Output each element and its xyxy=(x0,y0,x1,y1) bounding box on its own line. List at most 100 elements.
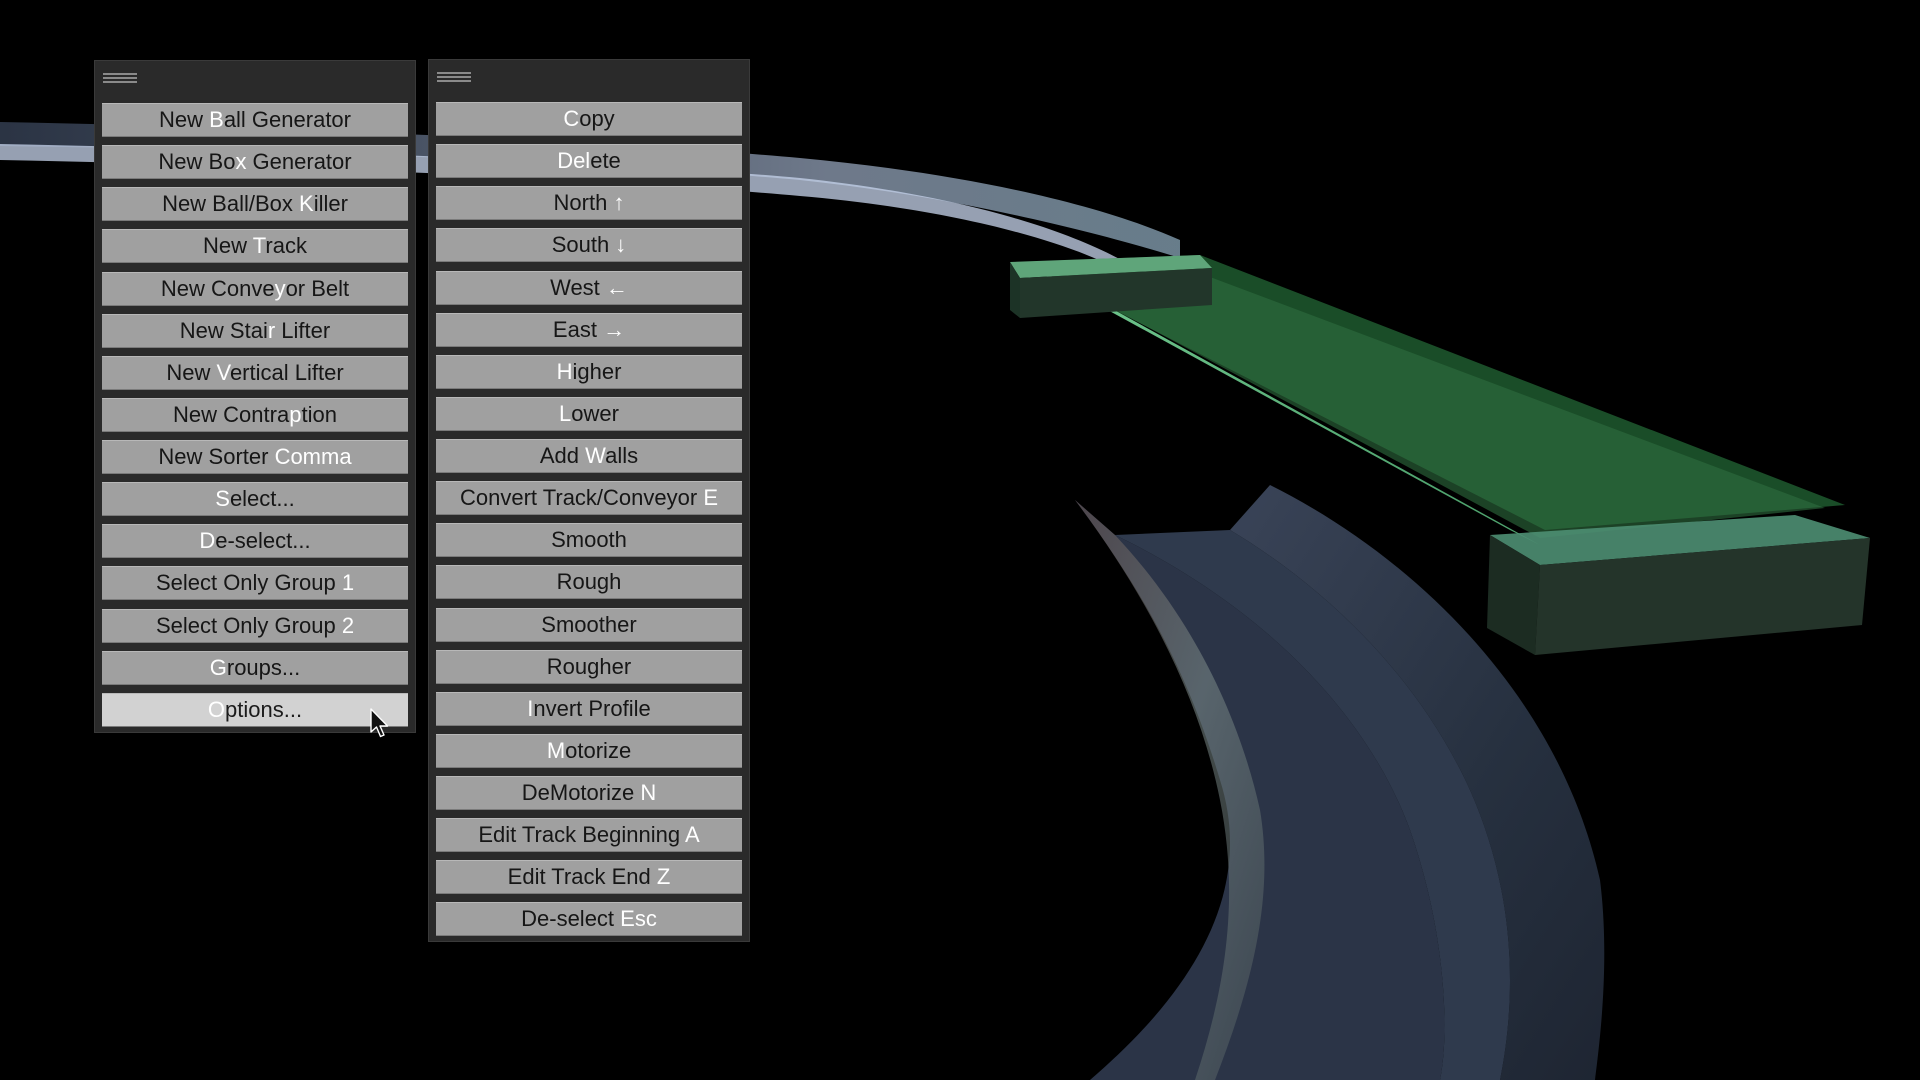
mouse-cursor-icon xyxy=(370,708,389,738)
menu-button-new-vertical-lifter[interactable]: New Vertical Lifter xyxy=(102,355,408,390)
label-text: East xyxy=(552,316,604,342)
menu-button-edit-track-beginning-a[interactable]: Edit Track Beginning A xyxy=(436,818,742,853)
label-text: e-select... xyxy=(215,528,311,554)
hotkey-letter: G xyxy=(209,654,227,680)
label-text: Edit Track End xyxy=(507,864,657,890)
hotkey-letter: O xyxy=(207,696,226,722)
menu-button-add-walls[interactable]: Add Walls xyxy=(436,439,742,473)
label-text: New xyxy=(166,359,217,385)
label-text: New xyxy=(203,233,253,259)
label-text: Convert Track/Conveyor xyxy=(460,485,704,511)
hotkey-letter: V xyxy=(216,359,230,385)
menu-button-smooth[interactable]: Smooth xyxy=(436,523,742,558)
label-text: New Bo xyxy=(158,149,236,175)
hotkey-letter: M xyxy=(546,737,566,763)
hotkey-letter: ← xyxy=(605,274,628,300)
label-text: Select Only Group xyxy=(155,612,342,638)
menu-button-new-stair-lifter[interactable]: New Stair Lifter xyxy=(102,313,408,348)
menu-button-motorize[interactable]: Motorize xyxy=(436,733,742,768)
label-text: New Contra xyxy=(173,401,290,427)
label-text: roups... xyxy=(226,654,301,680)
hotkey-letter: p xyxy=(289,401,302,427)
menu-button-rougher[interactable]: Rougher xyxy=(436,649,742,684)
label-text: tion xyxy=(301,401,337,427)
menu-button-copy[interactable]: Copy xyxy=(436,102,742,136)
menu-button-demotorize-n[interactable]: DeMotorize N xyxy=(436,776,742,810)
menu-button-convert-track-conveyor-e[interactable]: Convert Track/Conveyor E xyxy=(436,481,742,516)
label-text: Generator xyxy=(246,149,352,175)
label-text: Lifter xyxy=(275,317,331,343)
hotkey-letter: H xyxy=(556,358,573,384)
edit-menu-panel: Copy Delete North ↑ South ↓ West ← East → High… xyxy=(428,59,750,942)
menu-button-new-ball-box-killer[interactable]: New Ball/Box Killer xyxy=(102,187,408,222)
menu-button-edit-track-end-z[interactable]: Edit Track End Z xyxy=(436,860,742,895)
hotkey-letter: Del xyxy=(557,148,591,174)
hotkey-letter: B xyxy=(209,107,224,132)
label-text: or Belt xyxy=(285,275,350,301)
label-text: opy xyxy=(579,106,615,131)
hotkey-letter: Esc xyxy=(620,906,657,932)
label-text: igher xyxy=(572,358,622,384)
menu-button-east[interactable]: East → xyxy=(436,312,742,347)
menu-button-groups[interactable]: Groups... xyxy=(102,650,408,685)
create-menu-panel: New Ball Generator New Box Generator New B… xyxy=(94,60,416,733)
drag-handle-icon[interactable] xyxy=(437,72,471,84)
label-text: all Generator xyxy=(223,107,351,132)
hotkey-letter: N xyxy=(640,780,657,805)
hotkey-letter: S xyxy=(215,486,230,512)
label-text: South xyxy=(551,232,616,258)
label-text: New xyxy=(159,107,210,132)
hotkey-letter: ↑ xyxy=(613,190,625,216)
label-text: iller xyxy=(313,191,348,217)
menu-button-de-select-esc[interactable]: De-select Esc xyxy=(436,902,742,937)
label-text: Select Only Group xyxy=(155,570,342,596)
menu-button-select-only-group-1[interactable]: Select Only Group 1 xyxy=(102,566,408,601)
edit-menu-list: Copy Delete North ↑ South ↓ West ← East → High… xyxy=(436,102,742,945)
label-text: Add xyxy=(539,443,586,468)
hotkey-letter: K xyxy=(299,191,314,217)
hotkey-letter: 2 xyxy=(341,612,355,638)
hotkey-letter: → xyxy=(603,316,626,342)
label-text: Edit Track Beginning xyxy=(478,822,685,848)
menu-button-delete[interactable]: Delete xyxy=(436,144,742,179)
menu-button-invert-profile[interactable]: Invert Profile xyxy=(436,691,742,726)
hotkey-letter: 1 xyxy=(341,570,355,596)
menu-button-new-contraption[interactable]: New Contraption xyxy=(102,397,408,432)
menu-button-select-only-group-2[interactable]: Select Only Group 2 xyxy=(102,608,408,643)
hotkey-letter: T xyxy=(252,233,266,259)
label-text: DeMotorize xyxy=(521,780,641,805)
label-text: New Ball/Box xyxy=(162,191,300,217)
menu-button-new-conveyor-belt[interactable]: New Conveyor Belt xyxy=(102,271,408,306)
menu-button-options[interactable]: Options... xyxy=(102,692,408,727)
label-text: alls xyxy=(605,443,639,468)
menu-button-de-select[interactable]: De-select... xyxy=(102,524,408,559)
label-text: ower xyxy=(571,400,619,426)
menu-button-new-track[interactable]: New Track xyxy=(102,229,408,264)
menu-button-lower[interactable]: Lower xyxy=(436,396,742,431)
create-menu-list: New Ball Generator New Box Generator New B… xyxy=(102,103,408,735)
menu-button-south[interactable]: South ↓ xyxy=(436,228,742,263)
hotkey-letter: W xyxy=(585,443,606,468)
hotkey-letter: C xyxy=(563,106,580,131)
menu-button-north[interactable]: North ↑ xyxy=(436,186,742,221)
menu-button-west[interactable]: West ← xyxy=(436,270,742,305)
menu-button-new-box-generator[interactable]: New Box Generator xyxy=(102,145,408,180)
label-text: Smooth xyxy=(551,527,627,553)
hotkey-letter: E xyxy=(703,485,718,511)
label-text: Smoother xyxy=(541,611,637,637)
menu-button-smoother[interactable]: Smoother xyxy=(436,607,742,642)
hotkey-letter: x xyxy=(235,149,247,175)
label-text: New Stai xyxy=(179,317,268,343)
hotkey-letter: D xyxy=(199,528,216,554)
label-text: nvert Profile xyxy=(533,695,651,721)
menu-button-new-ball-generator[interactable]: New Ball Generator xyxy=(102,103,408,137)
drag-handle-icon[interactable] xyxy=(103,73,137,85)
label-text: West xyxy=(550,274,606,300)
label-text: ertical Lifter xyxy=(229,359,344,385)
label-text: rack xyxy=(265,233,307,259)
menu-button-select[interactable]: Select... xyxy=(102,482,408,517)
menu-button-new-sorter-comma[interactable]: New Sorter Comma xyxy=(102,440,408,474)
menu-button-rough[interactable]: Rough xyxy=(436,565,742,600)
menu-button-higher[interactable]: Higher xyxy=(436,354,742,389)
label-text: otorize xyxy=(565,737,632,763)
